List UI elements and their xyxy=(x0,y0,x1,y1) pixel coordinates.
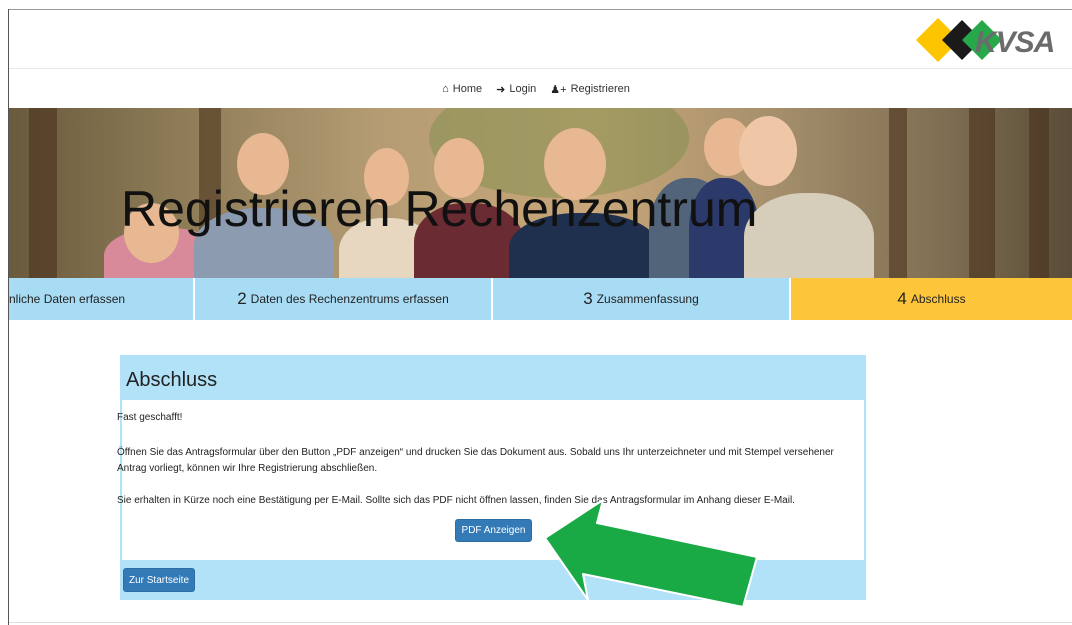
hero-tree xyxy=(1029,108,1049,278)
nav-home[interactable]: ⌂ Home xyxy=(442,80,482,98)
zur-startseite-button[interactable]: Zur Startseite xyxy=(123,568,195,592)
step-4-label: Abschluss xyxy=(910,292,966,306)
hero-banner: Registrieren Rechenzentrum xyxy=(9,108,1072,278)
hero-person-head xyxy=(739,116,797,186)
panel-text-confirmation: Sie erhalten in Kürze noch eine Bestätig… xyxy=(117,495,795,506)
nav-register-label: Registrieren xyxy=(570,83,630,95)
step-3-label: Zusammenfassung xyxy=(596,292,699,306)
logo-text: KVSA xyxy=(975,26,1055,59)
main-nav: ⌂ Home ➜ Login ♟+ Registrieren xyxy=(0,80,1072,98)
step-1[interactable]: nliche Daten erfassen xyxy=(9,278,195,320)
header-divider xyxy=(9,68,1072,69)
step-2[interactable]: 2 Daten des Rechenzentrums erfassen xyxy=(195,278,493,320)
nav-login[interactable]: ➜ Login xyxy=(496,80,536,98)
panel-text-intro: Fast geschafft! xyxy=(117,412,183,423)
pdf-anzeigen-button[interactable]: PDF Anzeigen xyxy=(455,519,532,542)
abschluss-panel: Abschluss xyxy=(120,355,866,600)
window-top-border xyxy=(8,9,1072,10)
nav-register[interactable]: ♟+ Registrieren xyxy=(550,80,630,98)
home-icon: ⌂ xyxy=(442,83,449,95)
step-1-label: nliche Daten erfassen xyxy=(9,292,126,306)
user-plus-icon: ♟+ xyxy=(550,83,567,96)
step-2-label: Daten des Rechenzentrums erfassen xyxy=(250,292,449,306)
step-2-number: 2 xyxy=(237,289,247,308)
hero-person xyxy=(744,193,874,278)
footer-divider xyxy=(9,622,1072,623)
hero-tree xyxy=(889,108,907,278)
panel-title: Abschluss xyxy=(126,369,218,391)
nav-home-label: Home xyxy=(452,83,483,95)
hero-tree xyxy=(29,108,57,278)
step-4-active[interactable]: 4 Abschluss xyxy=(791,278,1072,320)
panel-text-instructions: Öffnen Sie das Antragsformular über den … xyxy=(117,447,834,474)
hero-title: Registrieren Rechenzentrum xyxy=(121,181,758,237)
step-3[interactable]: 3 Zusammenfassung xyxy=(493,278,791,320)
nav-login-label: Login xyxy=(509,83,537,95)
login-icon: ➜ xyxy=(496,83,506,96)
step-3-number: 3 xyxy=(583,289,593,308)
hero-tree xyxy=(969,108,995,278)
progress-steps: nliche Daten erfassen 2 Daten des Rechen… xyxy=(9,278,1072,320)
step-4-number: 4 xyxy=(897,289,907,308)
